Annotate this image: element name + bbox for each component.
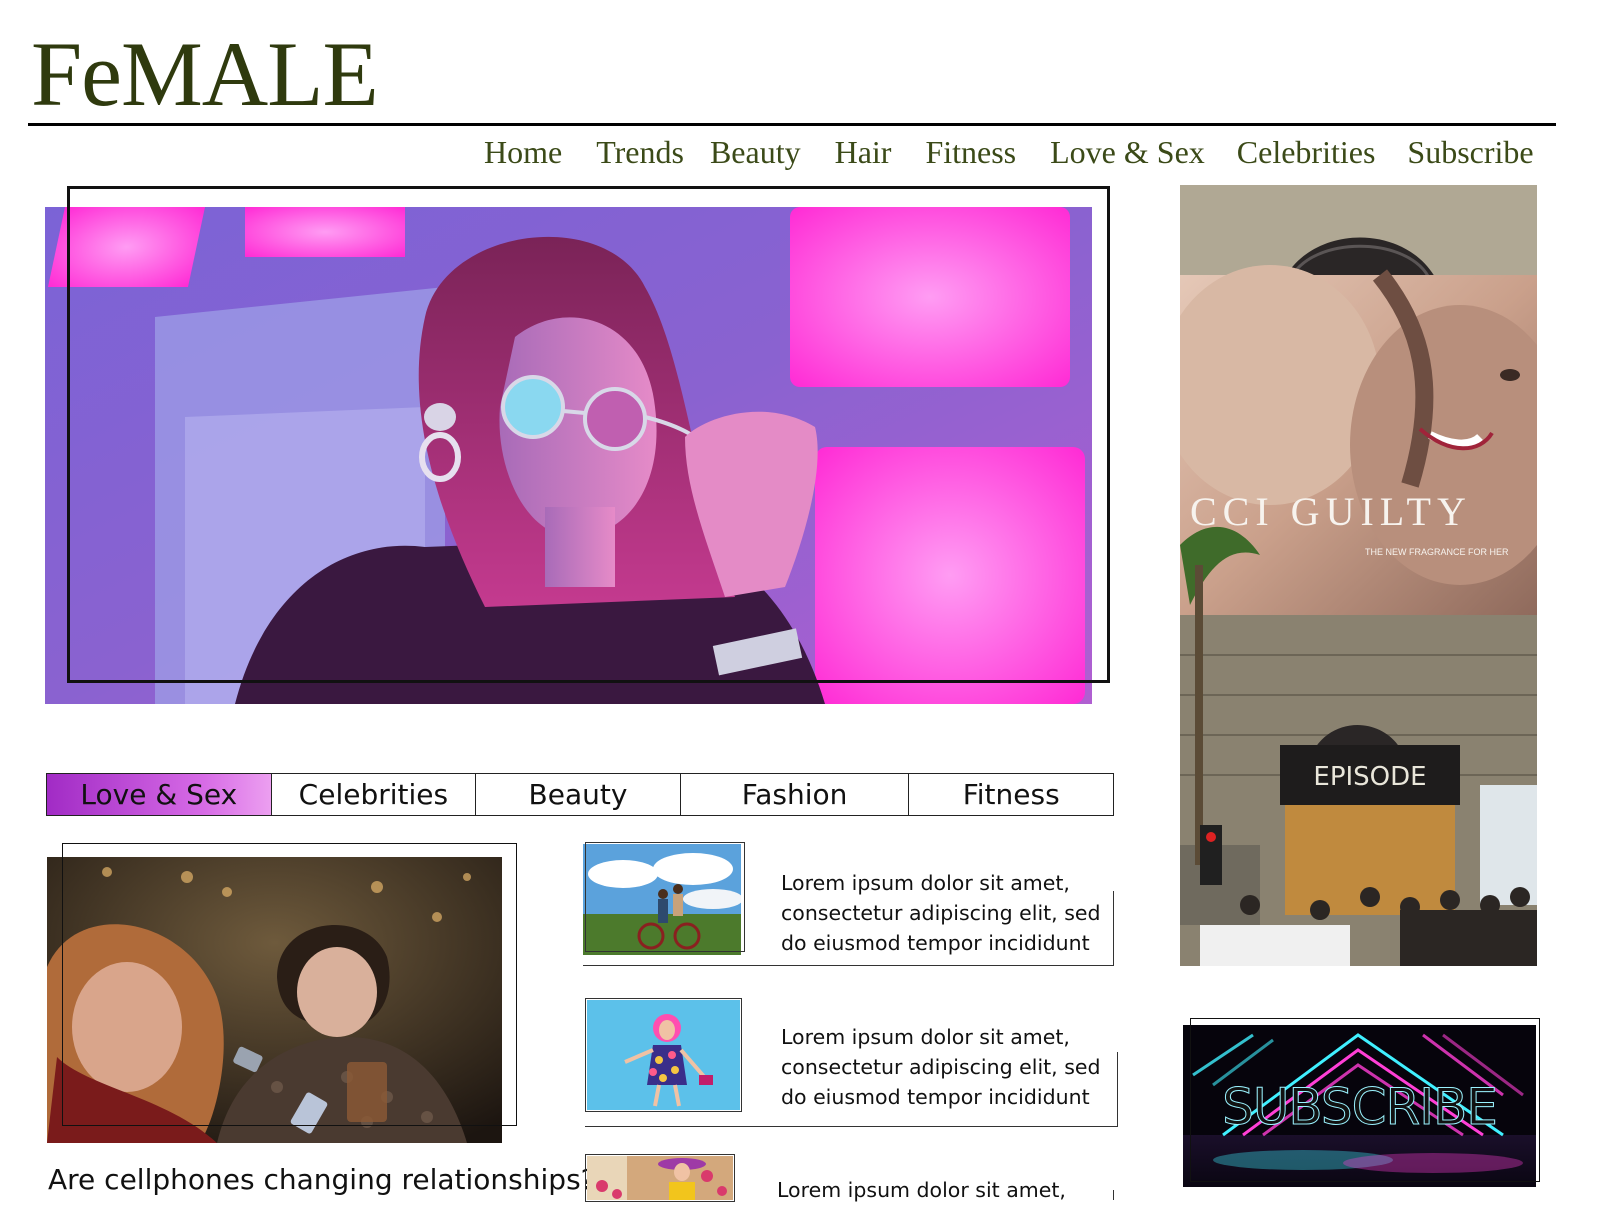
category-tabs: Love & Sex Celebrities Beauty Fashion Fi… xyxy=(46,773,1114,816)
thumbnail-frame xyxy=(585,1154,735,1202)
tab-beauty[interactable]: Beauty xyxy=(476,774,681,815)
article-divider xyxy=(1113,1190,1114,1200)
subscribe-label[interactable]: SUBSCRIBE xyxy=(1183,1077,1536,1137)
nav-subscribe[interactable]: Subscribe xyxy=(1407,132,1533,172)
feature-headline[interactable]: Are cellphones changing relationships? xyxy=(48,1160,596,1200)
tab-celebrities[interactable]: Celebrities xyxy=(272,774,477,815)
nav-beauty[interactable]: Beauty xyxy=(710,132,801,172)
article-divider xyxy=(1117,1052,1118,1127)
article-divider xyxy=(1113,891,1114,966)
billboard-text: CCI GUILTY xyxy=(1190,489,1472,534)
article-line: Lorem ipsum dolor sit amet, xyxy=(781,871,1070,895)
store-sign: EPISODE xyxy=(1313,762,1426,792)
nav-celebrities[interactable]: Celebrities xyxy=(1237,132,1376,172)
billboard-photo-illustration: CCI GUILTY THE NEW FRAGRANCE FOR HER EPI… xyxy=(1180,185,1537,966)
tab-fitness[interactable]: Fitness xyxy=(909,774,1113,815)
article-line: consectetur adipiscing elit, sed xyxy=(781,1055,1101,1079)
article-summary[interactable]: Lorem ipsum dolor sit amet, consectetur … xyxy=(781,868,1111,958)
nav-hair[interactable]: Hair xyxy=(835,132,892,172)
header-divider xyxy=(28,123,1556,126)
article-summary[interactable]: Lorem ipsum dolor sit amet, consectetur … xyxy=(781,1022,1111,1112)
thumbnail-frame xyxy=(585,998,742,1112)
site-logo[interactable]: FeMALE xyxy=(31,24,379,124)
tab-fashion[interactable]: Fashion xyxy=(681,774,910,815)
feature-frame xyxy=(62,843,517,1126)
hero-frame xyxy=(67,186,1110,683)
article-line: do eiusmod tempor incididunt xyxy=(781,931,1090,955)
nav-love-sex[interactable]: Love & Sex xyxy=(1050,132,1205,172)
thumbnail-frame xyxy=(585,842,745,952)
article-divider xyxy=(585,1126,1118,1127)
nav-home[interactable]: Home xyxy=(484,132,562,172)
article-summary[interactable]: Lorem ipsum dolor sit amet, xyxy=(777,1175,1107,1205)
article-line: do eiusmod tempor incididunt xyxy=(781,1085,1090,1109)
tab-love-sex[interactable]: Love & Sex xyxy=(47,774,272,815)
article-line: consectetur adipiscing elit, sed xyxy=(781,901,1101,925)
article-line: Lorem ipsum dolor sit amet, xyxy=(777,1178,1066,1202)
side-advertisement[interactable]: CCI GUILTY THE NEW FRAGRANCE FOR HER EPI… xyxy=(1180,185,1537,966)
nav-fitness[interactable]: Fitness xyxy=(925,132,1016,172)
nav-trends[interactable]: Trends xyxy=(596,132,684,172)
billboard-subtext: THE NEW FRAGRANCE FOR HER xyxy=(1365,547,1509,557)
main-nav: Home Trends Beauty Hair Fitness Love & S… xyxy=(484,132,1534,172)
article-line: Lorem ipsum dolor sit amet, xyxy=(781,1025,1070,1049)
article-divider xyxy=(583,965,1114,966)
